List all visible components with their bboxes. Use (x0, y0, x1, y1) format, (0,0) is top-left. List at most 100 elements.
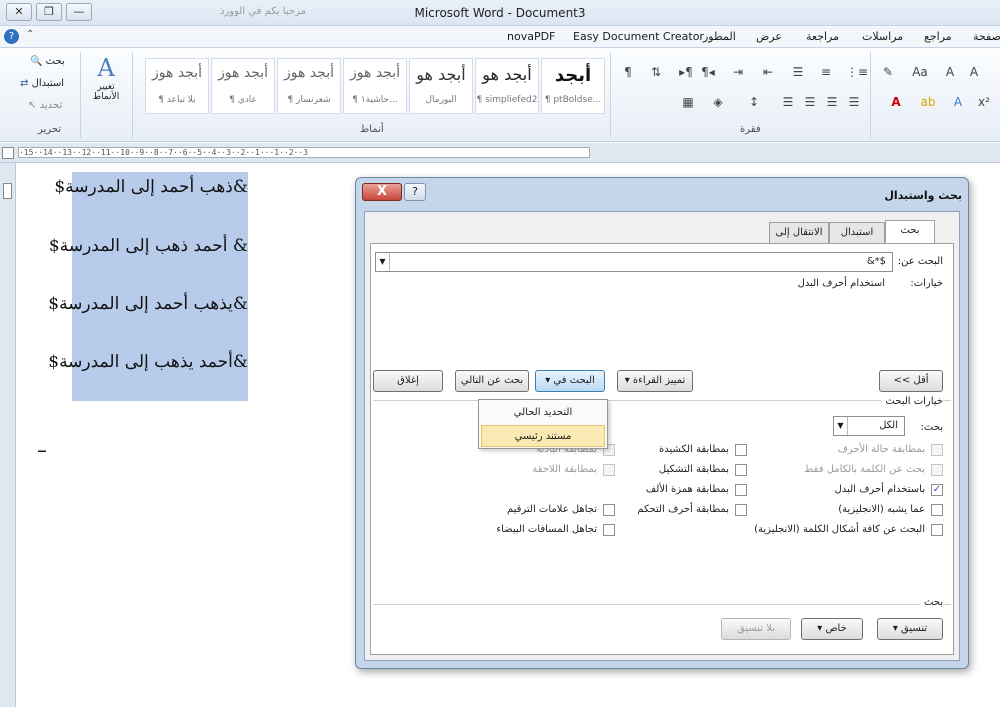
shading-icon[interactable]: ◈ (710, 94, 726, 110)
checkbox[interactable] (931, 524, 943, 536)
find-section-label: بحث (919, 597, 943, 608)
checkbox[interactable] (735, 444, 747, 456)
text-cursor: _ (38, 433, 46, 452)
group-divider (870, 52, 871, 138)
options-label: خيارات: (910, 278, 943, 289)
checkbox[interactable] (931, 504, 943, 516)
grow-font-icon[interactable]: A (942, 64, 958, 80)
text-effect-icon[interactable]: A (950, 94, 966, 110)
find-next-button[interactable]: بحث عن التالي (455, 370, 529, 392)
search-options-title: خيارات البحث (881, 396, 943, 407)
style-poetry[interactable]: أبجد هوز ¶ شعرنسار (277, 58, 341, 114)
checkbox[interactable] (603, 524, 615, 536)
tab-references[interactable]: مراجع (924, 30, 952, 43)
menu-item-main-document[interactable]: مستند رئيسي (481, 425, 605, 447)
shrink-font-icon[interactable]: A (966, 64, 982, 80)
search-direction-select[interactable]: ▼ الكل (833, 416, 905, 436)
reading-highlight-button[interactable]: ▾ تمييز القراءة (617, 370, 693, 392)
checkbox-checked[interactable]: ✓ (931, 484, 943, 496)
style-ptbold[interactable]: أبجد ¶ ptBoldse... (541, 58, 605, 114)
less-button[interactable]: << أقل (879, 370, 943, 392)
tab-view[interactable]: عرض (756, 30, 782, 43)
highlight-icon[interactable]: ab (920, 94, 936, 110)
document-line-3[interactable]: &يذهب أحمد إلى المدرسة$ (48, 294, 248, 314)
checkbox[interactable] (735, 504, 747, 516)
ribbon: 🔍 بحث ⇄ استبدال ↖ تحديد تحرير A تغيير ال… (0, 48, 1000, 142)
ruler-toggle-icon[interactable] (3, 183, 12, 199)
align-right-icon[interactable]: ☰ (846, 94, 862, 110)
tab-goto[interactable]: الانتقال إلى (769, 222, 829, 244)
close-dialog-button[interactable]: إغلاق (373, 370, 443, 392)
paragraph-group-label: فقرة (740, 124, 761, 135)
replace-button[interactable]: ⇄ استبدال (20, 78, 64, 89)
indent-icon[interactable]: ⇥ (730, 64, 746, 80)
multilevel-list-icon[interactable]: ☰ (790, 64, 806, 80)
tab-review[interactable]: مراجعة (806, 30, 839, 43)
style-no-spacing[interactable]: أبجد هوز ¶ بلا تباعد (145, 58, 209, 114)
checkbox[interactable] (603, 464, 615, 476)
justify-icon[interactable]: ☰ (780, 94, 796, 110)
checkbox[interactable] (931, 444, 943, 456)
rtl-icon[interactable]: ¶◂ (700, 64, 716, 80)
title-bar: ✕ ❐ — مرحبا بكم في الوورد Microsoft Word… (0, 0, 1000, 26)
numbering-icon[interactable]: ≡ (818, 64, 834, 80)
checkbox[interactable] (603, 504, 615, 516)
menu-item-current-selection[interactable]: التحديد الحالي (481, 402, 605, 424)
ltr-icon[interactable]: ▸¶ (678, 64, 694, 80)
tab-developer[interactable]: المطور (703, 30, 736, 43)
change-styles-button[interactable]: A تغيير الأنماط (88, 54, 124, 102)
checkbox[interactable] (931, 464, 943, 476)
replace-icon: ⇄ (20, 78, 29, 89)
align-left-icon[interactable]: ☰ (802, 94, 818, 110)
borders-icon[interactable]: ▦ (680, 94, 696, 110)
document-line-1[interactable]: &ذهب أحمد إلى المدرسة$ (54, 177, 248, 197)
tab-mailings[interactable]: مراسلات (862, 30, 903, 43)
style-footnote[interactable]: أبجد هوز ¶ حاشية١... (343, 58, 407, 114)
font-color-icon[interactable]: A (888, 94, 904, 110)
tab-find[interactable]: بحث (885, 220, 935, 244)
dialog-close-button[interactable]: X (362, 183, 402, 201)
chevron-down-icon[interactable]: ▼ (376, 253, 390, 271)
chevron-down-icon[interactable]: ▼ (834, 417, 848, 435)
cursor-icon: ↖ (28, 100, 37, 111)
vertical-ruler (0, 163, 16, 707)
find-what-input[interactable]: ▼ &*$ (375, 252, 893, 272)
style-normal-ar[interactable]: أبجد هو البورمال (409, 58, 473, 114)
bullets-icon[interactable]: ⋮≡ (846, 64, 868, 80)
checkbox[interactable] (735, 484, 747, 496)
clear-format-icon[interactable]: ✎ (880, 64, 896, 80)
no-formatting-button[interactable]: بلا تنسيق (721, 618, 791, 640)
tab-page[interactable]: صفحة (973, 30, 1000, 43)
binoculars-icon: 🔍 (30, 56, 43, 67)
find-in-button[interactable]: ▾ البحث في (535, 370, 605, 392)
select-button[interactable]: ↖ تحديد (28, 100, 62, 111)
center-icon[interactable]: ☰ (824, 94, 840, 110)
style-normal[interactable]: أبجد هوز ¶ عادي (211, 58, 275, 114)
dialog-help-button[interactable]: ? (404, 183, 426, 201)
format-button[interactable]: ▾ تنسيق (877, 618, 943, 640)
special-button[interactable]: ▾ خاص (801, 618, 863, 640)
find-replace-dialog: X ? بحث واستبدال بحث استبدال الانتقال إل… (355, 177, 969, 669)
tab-selector-icon[interactable] (2, 147, 14, 159)
tab-easy-document-creator[interactable]: Easy Document Creator (573, 30, 704, 43)
options-value: استخدام أحرف البدل (797, 278, 885, 289)
tab-panel: البحث عن: ▼ &*$ خيارات: استخدام أحرف الب… (370, 243, 954, 655)
find-button[interactable]: 🔍 بحث (30, 56, 65, 67)
search-direction-label: بحث: (920, 422, 943, 433)
pilcrow-icon[interactable]: ¶ (620, 64, 636, 80)
style-simpliefed2[interactable]: أبجد هو ¶ simpliefed2 (475, 58, 539, 114)
dialog-title: بحث واستبدال (884, 189, 962, 202)
document-line-4[interactable]: &أحمد يذهب إلى المدرسة$ (48, 352, 248, 372)
checkbox[interactable] (735, 464, 747, 476)
sort-icon[interactable]: ⇅ (648, 64, 664, 80)
help-icon[interactable]: ? (4, 29, 19, 44)
dialog-body: بحث استبدال الانتقال إلى البحث عن: ▼ &*$… (364, 211, 960, 661)
tab-replace[interactable]: استبدال (829, 222, 885, 244)
document-line-2[interactable]: & أحمد ذهب إلى المدرسة$ (49, 236, 248, 256)
superscript-icon[interactable]: x² (976, 94, 992, 110)
outdent-icon[interactable]: ⇤ (760, 64, 776, 80)
change-case-icon[interactable]: Aa (912, 64, 928, 80)
tab-novapdf[interactable]: novaPDF (507, 30, 555, 43)
line-spacing-icon[interactable]: ↕ (746, 94, 762, 110)
collapse-ribbon-icon[interactable]: ⌃ (26, 29, 34, 40)
